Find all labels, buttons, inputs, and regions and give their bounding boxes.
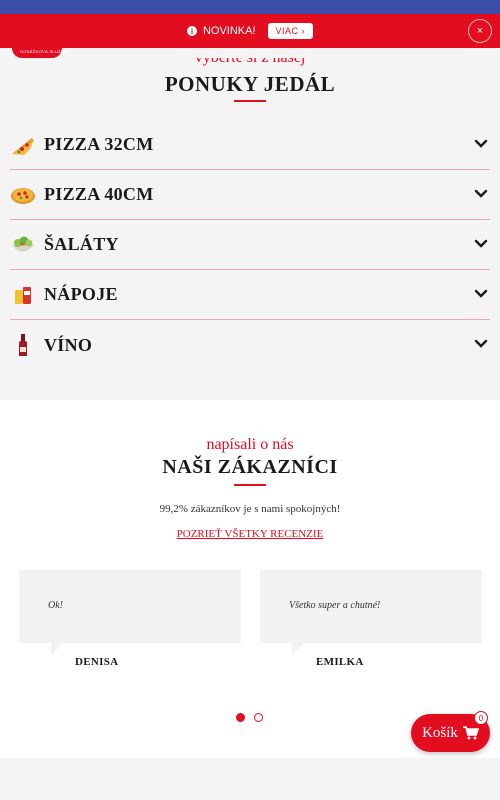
reviews-title: NAŠI ZÁKAZNÍCI [162,456,338,478]
category-salads[interactable]: ŠALÁTY [10,220,490,270]
logo-text: DONÁŠKOVÁ SLUŽBA [20,49,67,54]
review-text: Všetko super a chutné! [289,600,381,611]
title-divider [234,484,266,486]
notice-bar: i NOVINKA! VIAC › × [0,14,500,48]
drinks-icon [10,282,36,308]
pizza-slice-icon [10,132,36,158]
cart-icon [462,726,479,740]
wine-bottle-icon [10,332,36,358]
review-text: Ok! [48,600,63,611]
cart-label: Košík [422,724,458,741]
pizza-whole-icon [10,182,36,208]
cart-count-badge: 0 [474,711,488,725]
cart-button[interactable]: Košík 0 [411,711,490,752]
title-divider [234,100,266,102]
chevron-down-icon[interactable] [474,237,488,251]
chevron-down-icon[interactable] [474,337,488,351]
chevron-down-icon[interactable] [474,287,488,301]
category-label: PIZZA 32CM [44,134,154,154]
speech-tail [51,643,63,655]
review-card: Ok! [19,570,241,655]
chevron-down-icon[interactable] [474,137,488,151]
review-author: EMILKA [316,656,364,668]
close-icon[interactable]: × [468,19,492,43]
reviews-section: napísali o nás NAŠI ZÁKAZNÍCI 99,2% záka… [0,400,500,758]
category-wine[interactable]: VÍNO [10,320,490,370]
carousel-dot[interactable] [254,713,263,722]
category-label: ŠALÁTY [44,234,119,254]
chevron-down-icon[interactable] [474,187,488,201]
menu-subtitle: vyberte si z našej [0,58,500,66]
category-label: NÁPOJE [44,284,118,304]
carousel-dots [236,713,263,722]
menu-section: vyberte si z našej PONUKY JEDÁL PIZZA 32… [0,58,500,400]
review-author: DENISA [75,656,119,668]
reviews-subtitle: napísali o nás [206,436,294,453]
satisfaction-stat: 99,2% zákazníkov je s nami spokojných! [159,503,341,515]
carousel-dot[interactable] [236,713,245,722]
menu-title: PONUKY JEDÁL [164,72,336,96]
top-bar [0,0,500,14]
category-pizza-40[interactable]: PIZZA 40CM [10,170,490,220]
category-label: PIZZA 40CM [44,184,154,204]
category-drinks[interactable]: NÁPOJE [10,270,490,320]
notice-more-button[interactable]: VIAC › [267,23,314,39]
category-label: VÍNO [44,334,93,355]
notice-text: NOVINKA! [202,25,256,37]
footer-strip [0,758,500,800]
salad-icon [10,232,36,258]
review-card: Všetko super a chutné! [260,570,482,655]
category-pizza-32[interactable]: PIZZA 32CM [10,120,490,170]
speech-tail [292,643,304,655]
category-list: PIZZA 32CM PIZZA 40CM ŠALÁTY NÁPOJE VÍNO [10,120,490,370]
info-icon: i [186,26,197,36]
all-reviews-link[interactable]: POZRIEŤ VŠETKY RECENZIE [0,528,500,540]
